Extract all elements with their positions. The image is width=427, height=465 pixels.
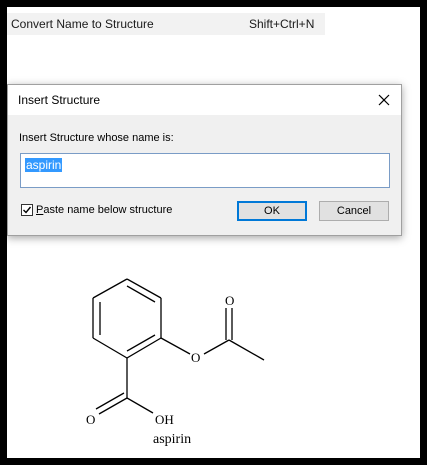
aspirin-structure: O O O OH aspirin [86, 278, 265, 447]
atom-o-acid: O [86, 412, 95, 427]
atom-o-carbonyl-top: O [225, 293, 234, 308]
bond [203, 339, 230, 355]
ester-group [160, 308, 265, 361]
bond [92, 337, 128, 359]
bond-inner [126, 285, 156, 303]
bond [160, 337, 191, 355]
bond-inner [126, 334, 156, 352]
carboxyl-group [95, 358, 154, 415]
bond [92, 278, 128, 299]
bond [228, 339, 265, 361]
benzene-ring [92, 278, 162, 359]
structure-caption: aspirin [153, 432, 191, 447]
bond [95, 392, 125, 410]
bond [126, 397, 154, 414]
bond [98, 397, 128, 415]
atom-o-ester: O [191, 350, 200, 365]
atom-oh: OH [155, 412, 174, 427]
